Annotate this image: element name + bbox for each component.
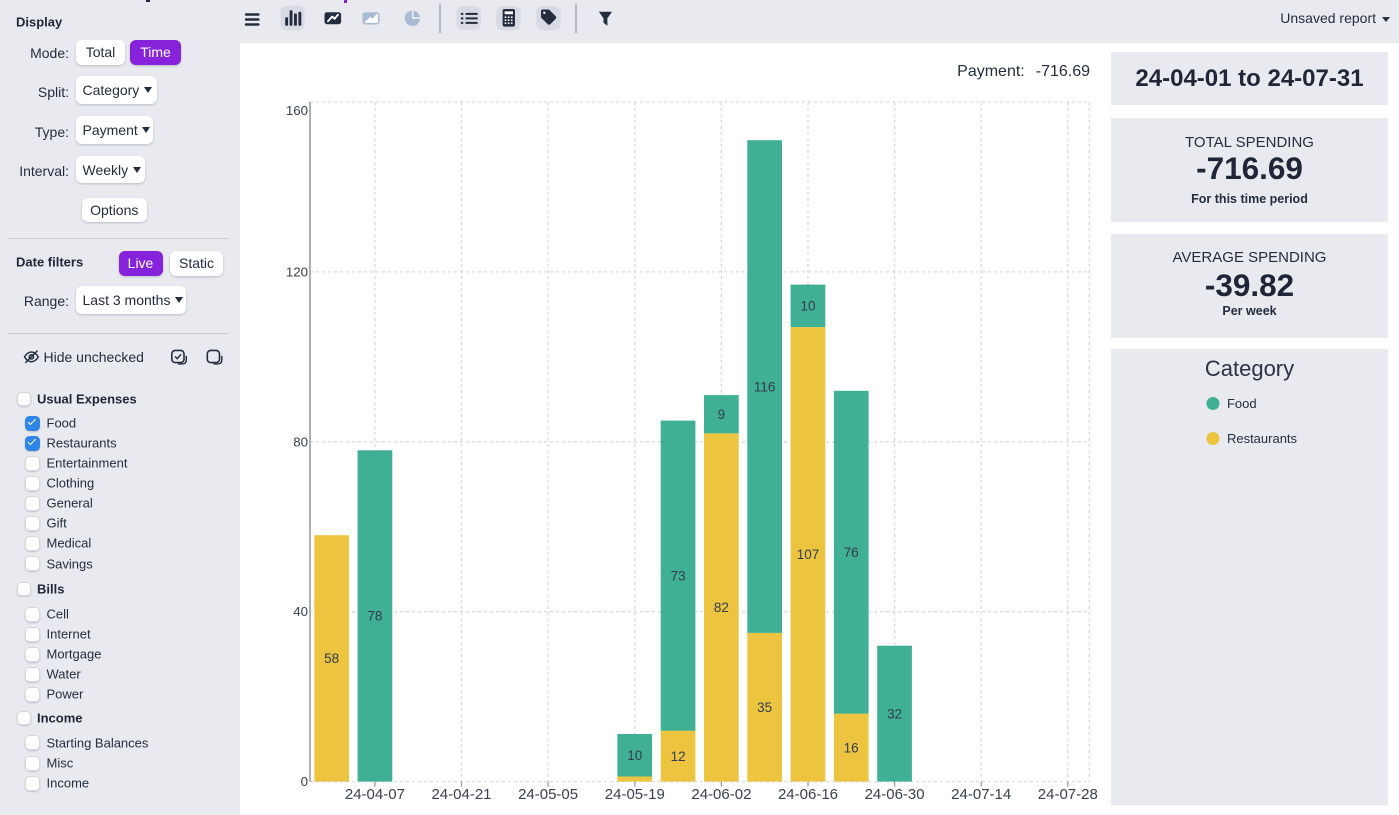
svg-text:32: 32 <box>887 706 902 721</box>
svg-text:10: 10 <box>800 299 815 314</box>
svg-text:0: 0 <box>301 774 308 789</box>
svg-text:82: 82 <box>714 600 729 615</box>
svg-text:24-04-07: 24-04-07 <box>345 786 405 803</box>
svg-text:35: 35 <box>757 700 772 715</box>
svg-text:73: 73 <box>671 568 686 583</box>
svg-text:116: 116 <box>754 379 776 394</box>
svg-text:24-05-19: 24-05-19 <box>605 786 665 803</box>
svg-text:78: 78 <box>367 609 382 624</box>
svg-text:40: 40 <box>293 604 308 619</box>
svg-text:16: 16 <box>844 740 859 755</box>
svg-text:80: 80 <box>293 434 308 449</box>
svg-text:24-06-30: 24-06-30 <box>865 786 925 803</box>
svg-text:12: 12 <box>671 749 686 764</box>
svg-text:9: 9 <box>718 407 726 422</box>
svg-text:24-07-28: 24-07-28 <box>1038 786 1098 803</box>
svg-text:58: 58 <box>324 651 339 666</box>
svg-text:10: 10 <box>627 748 642 763</box>
svg-text:160: 160 <box>286 103 308 118</box>
svg-text:76: 76 <box>844 545 859 560</box>
svg-text:120: 120 <box>286 264 308 279</box>
svg-text:107: 107 <box>797 547 820 562</box>
svg-text:24-05-05: 24-05-05 <box>518 786 578 803</box>
svg-text:24-04-21: 24-04-21 <box>431 786 491 803</box>
svg-text:24-07-14: 24-07-14 <box>951 786 1011 803</box>
svg-text:24-06-02: 24-06-02 <box>691 786 751 803</box>
svg-text:24-06-16: 24-06-16 <box>778 786 838 803</box>
